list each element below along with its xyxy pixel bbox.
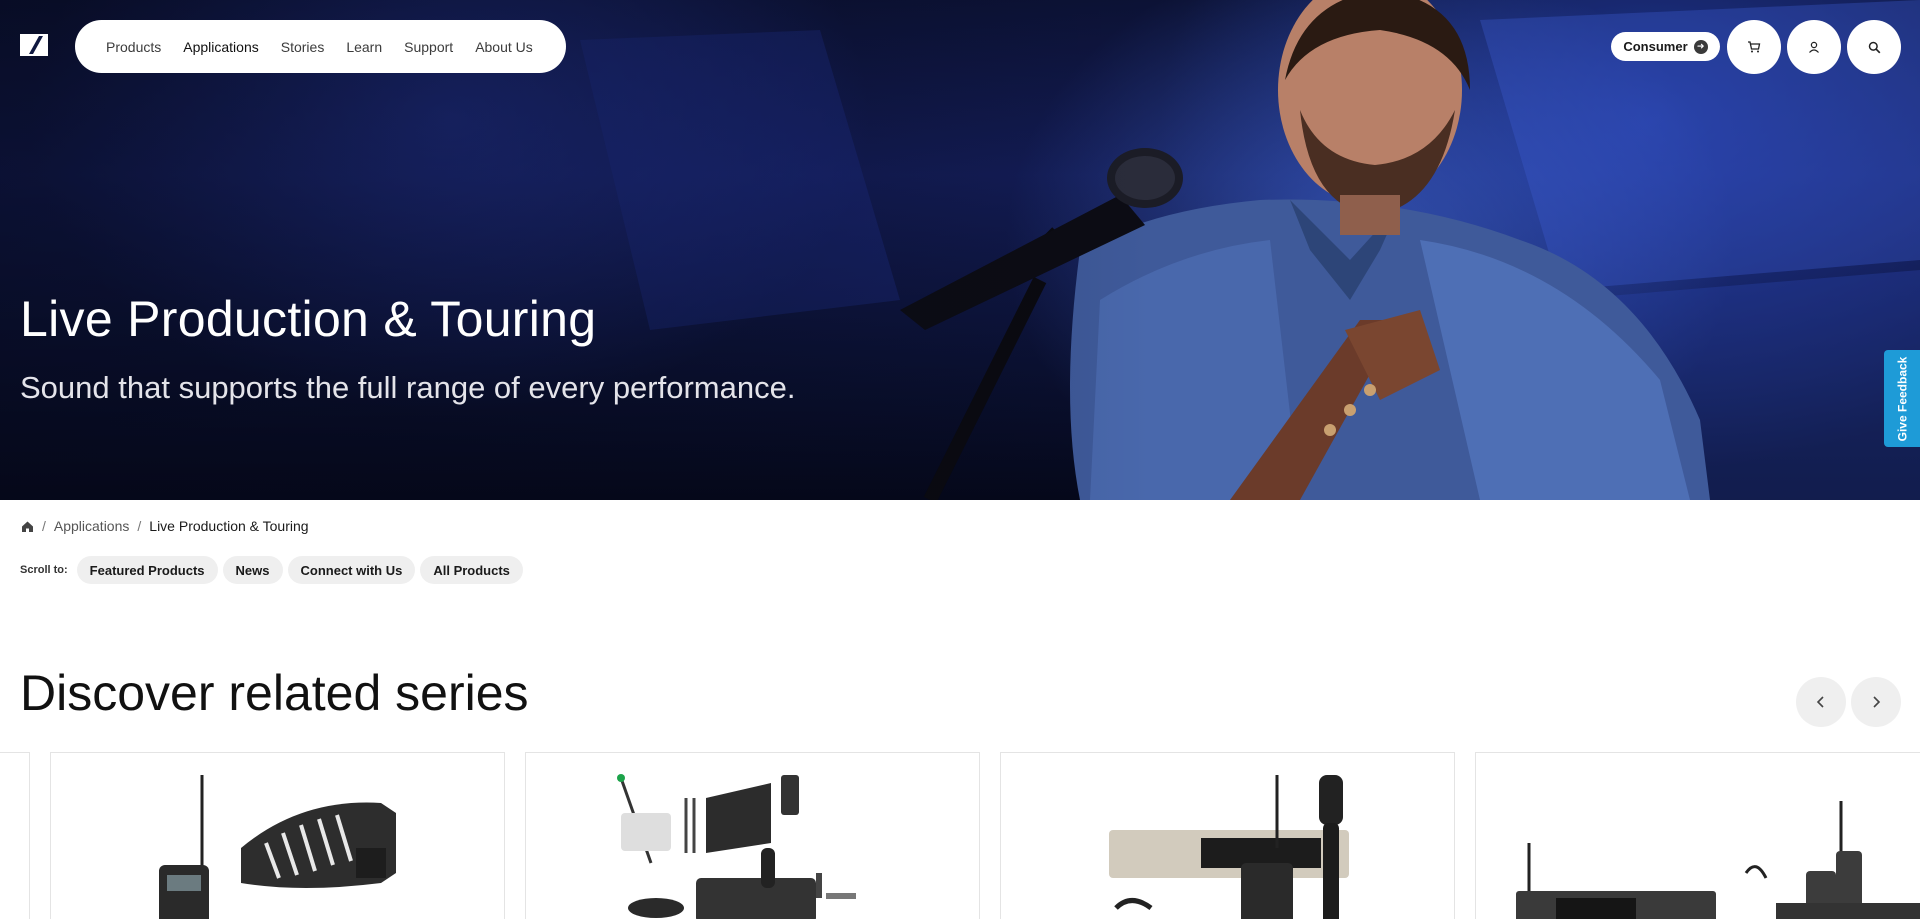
hero-overlay — [0, 0, 1920, 500]
scroll-to-bar: Scroll to: Featured Products News Connec… — [20, 556, 523, 584]
give-feedback-label: Give Feedback — [1895, 356, 1909, 441]
product-image — [1516, 801, 1920, 919]
scroll-link-all-products[interactable]: All Products — [420, 556, 523, 584]
cart-button[interactable] — [1727, 20, 1781, 74]
scroll-link-connect-with-us[interactable]: Connect with Us — [287, 556, 416, 584]
sennheiser-logo-icon[interactable] — [20, 34, 48, 56]
product-image — [159, 775, 396, 919]
series-card[interactable] — [0, 752, 30, 919]
hero-banner — [0, 0, 1920, 500]
user-icon — [1809, 41, 1819, 53]
consumer-switch-button[interactable]: Consumer ➜ — [1611, 32, 1720, 61]
home-icon[interactable] — [21, 520, 34, 533]
product-image — [1109, 775, 1349, 919]
nav-item-learn[interactable]: Learn — [335, 39, 393, 55]
arrow-right-icon: ➜ — [1693, 39, 1708, 54]
breadcrumb-applications[interactable]: Applications — [54, 518, 130, 534]
search-button[interactable] — [1847, 20, 1901, 74]
account-button[interactable] — [1787, 20, 1841, 74]
product-image — [617, 774, 856, 919]
scroll-link-featured-products[interactable]: Featured Products — [76, 556, 218, 584]
search-icon — [1868, 41, 1880, 53]
section-title: Discover related series — [20, 665, 529, 721]
cart-icon — [1748, 41, 1761, 53]
scroll-to-label: Scroll to: — [20, 564, 68, 576]
series-card[interactable] — [525, 752, 980, 919]
breadcrumb-separator: / — [42, 518, 46, 534]
chevron-right-icon — [1873, 696, 1881, 708]
hero-title: Live Production & Touring — [20, 291, 597, 347]
breadcrumb-current: Live Production & Touring — [149, 518, 309, 534]
series-card[interactable] — [50, 752, 505, 919]
give-feedback-tab[interactable]: Give Feedback — [1884, 350, 1920, 447]
hero-subtitle: Sound that supports the full range of ev… — [20, 370, 796, 405]
series-card[interactable] — [1475, 752, 1920, 919]
consumer-label: Consumer — [1623, 39, 1688, 54]
scroll-link-news[interactable]: News — [222, 556, 283, 584]
carousel-prev-button[interactable] — [1796, 677, 1846, 727]
chevron-left-icon — [1816, 696, 1824, 708]
nav-item-about-us[interactable]: About Us — [464, 39, 544, 55]
nav-item-products[interactable]: Products — [95, 39, 172, 55]
breadcrumb-separator: / — [137, 518, 142, 534]
main-navigation: Products Applications Stories Learn Supp… — [75, 20, 566, 73]
breadcrumb: / Applications / Live Production & Touri… — [21, 518, 309, 534]
nav-item-applications[interactable]: Applications — [172, 39, 270, 55]
nav-item-stories[interactable]: Stories — [270, 39, 336, 55]
series-card[interactable] — [1000, 752, 1455, 919]
carousel-next-button[interactable] — [1851, 677, 1901, 727]
nav-item-support[interactable]: Support — [393, 39, 464, 55]
